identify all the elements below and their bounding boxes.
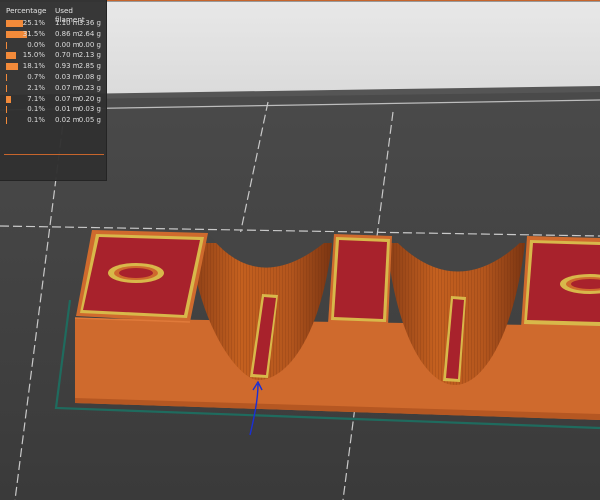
legend-row: 25.1% 1.10 m 3.36 g bbox=[6, 19, 104, 29]
legend-row: 0.7% 0.03 m 0.08 g bbox=[6, 73, 104, 83]
usage-percentage: 31.5% bbox=[22, 29, 45, 38]
used-length: 0.01 m bbox=[55, 105, 80, 114]
usage-bar bbox=[6, 41, 7, 49]
usage-percentage: 0.7% bbox=[27, 73, 45, 81]
used-weight: 0.00 g bbox=[78, 40, 101, 49]
usage-percentage: 7.1% bbox=[27, 94, 45, 103]
used-length: 0.86 m bbox=[55, 29, 80, 38]
usage-bar-track bbox=[6, 117, 27, 125]
top-accent-line bbox=[107, 0, 600, 1]
usage-percentage: 25.1% bbox=[22, 19, 45, 27]
usage-bar-track bbox=[6, 95, 27, 103]
usage-percentage: 0.1% bbox=[27, 105, 45, 114]
usage-percentage: 2.1% bbox=[27, 83, 45, 92]
usage-percentage: 15.0% bbox=[22, 51, 45, 60]
used-weight: 2.13 g bbox=[78, 51, 101, 60]
percentage-column-header: Percentage bbox=[6, 6, 47, 15]
used-weight: 2.64 g bbox=[78, 29, 101, 38]
legend-row: 31.5% 0.86 m 2.64 g bbox=[6, 30, 104, 40]
usage-bar-track bbox=[6, 74, 27, 81]
legend-row: 0.0% 0.00 m 0.00 g bbox=[6, 41, 104, 51]
used-length: 0.03 m bbox=[55, 73, 80, 81]
used-weight: 0.03 g bbox=[78, 105, 101, 114]
usage-percentage: 18.1% bbox=[22, 62, 45, 71]
used-length: 0.70 m bbox=[55, 51, 80, 60]
used-length: 0.93 m bbox=[55, 62, 80, 71]
legend-row: 2.1% 0.07 m 0.23 g bbox=[6, 84, 104, 94]
usage-percentage: 0.1% bbox=[27, 116, 45, 125]
used-weight: 0.23 g bbox=[78, 83, 101, 92]
usage-bar bbox=[6, 84, 7, 92]
legend-row: 7.1% 0.07 m 0.20 g bbox=[6, 95, 104, 105]
usage-percentage: 0.0% bbox=[27, 40, 45, 49]
usage-bar bbox=[6, 117, 7, 125]
legend-divider bbox=[4, 154, 104, 155]
used-length: 0.02 m bbox=[55, 116, 80, 125]
usage-bar bbox=[6, 52, 16, 60]
used-length: 0.00 m bbox=[55, 40, 80, 49]
used-length: 1.10 m bbox=[55, 19, 80, 27]
legend-row: 0.1% 0.02 m 0.05 g bbox=[6, 116, 104, 126]
used-length: 0.07 m bbox=[55, 94, 80, 103]
legend-row: 0.1% 0.01 m 0.03 g bbox=[6, 105, 104, 115]
usage-bar bbox=[6, 20, 23, 27]
usage-bar-track bbox=[6, 41, 27, 49]
used-weight: 3.36 g bbox=[78, 19, 101, 27]
usage-bar bbox=[6, 106, 7, 114]
used-weight: 2.85 g bbox=[78, 62, 101, 71]
usage-bar-track bbox=[6, 84, 27, 92]
printed-model bbox=[74, 230, 600, 420]
filament-usage-legend: Percentage Used filament 25.1% 1.10 m 3.36… bbox=[0, 0, 107, 181]
used-weight: 0.20 g bbox=[78, 94, 101, 103]
used-weight: 0.08 g bbox=[78, 73, 101, 81]
legend-row: 15.0% 0.70 m 2.13 g bbox=[6, 51, 104, 61]
usage-bar bbox=[6, 63, 18, 71]
legend-row: 18.1% 0.93 m 2.85 g bbox=[6, 62, 104, 72]
usage-bar bbox=[6, 95, 11, 103]
used-length: 0.07 m bbox=[55, 83, 80, 92]
usage-bar-track bbox=[6, 106, 27, 114]
legend-header: Percentage Used filament bbox=[6, 6, 102, 24]
used-weight: 0.05 g bbox=[78, 116, 101, 125]
usage-bar bbox=[6, 74, 7, 81]
